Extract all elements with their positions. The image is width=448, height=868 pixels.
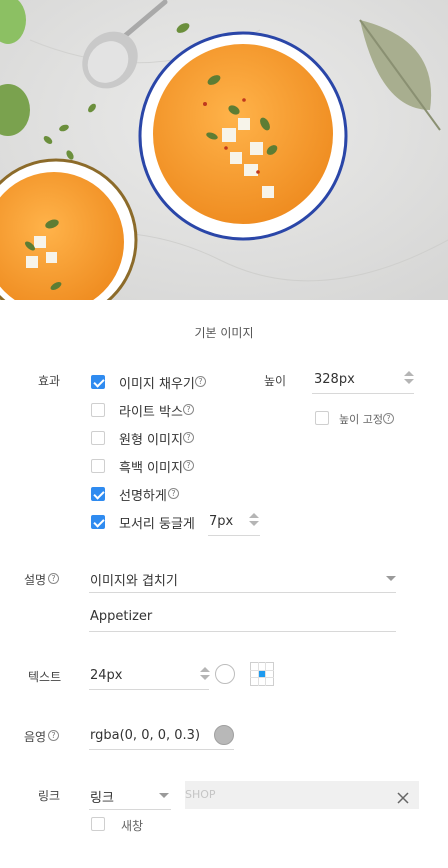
text-size-stepper[interactable] — [200, 667, 210, 681]
link-type-underline — [89, 809, 171, 810]
grayscale-label: 흑백 이미지 — [119, 461, 183, 476]
description-mode-select[interactable]: 이미지와 겹치기 — [90, 570, 178, 589]
text-size-input[interactable]: 24px — [90, 668, 123, 683]
shadow-label: 음영 — [24, 730, 47, 744]
help-icon[interactable]: ? — [168, 488, 179, 499]
rounded-corners-label: 모서리 둥글게 — [119, 517, 195, 532]
text-label: 텍스트 — [28, 670, 62, 684]
new-window-label: 새창 — [121, 819, 144, 833]
circle-image-label: 원형 이미지 — [119, 433, 183, 448]
help-icon[interactable]: ? — [383, 413, 394, 424]
height-label: 높이 — [264, 374, 287, 388]
height-stepper[interactable] — [404, 371, 414, 385]
lightbox-label: 라이트 박스 — [119, 405, 183, 420]
shadow-input[interactable]: rgba(0, 0, 0, 0.3) — [90, 728, 200, 743]
link-url-field[interactable] — [185, 781, 419, 809]
shadow-color-swatch[interactable] — [214, 725, 234, 745]
close-icon[interactable] — [397, 789, 409, 804]
circle-image-checkbox[interactable] — [91, 431, 105, 445]
help-icon[interactable]: ? — [183, 460, 194, 471]
height-input[interactable]: 328px — [314, 372, 355, 387]
help-icon[interactable]: ? — [183, 432, 194, 443]
sharpen-label: 선명하게 — [119, 489, 167, 504]
help-icon[interactable]: ? — [48, 573, 59, 584]
text-position-grid-icon[interactable] — [250, 662, 274, 686]
chevron-down-icon[interactable] — [159, 793, 169, 798]
description-text-input[interactable]: Appetizer — [90, 609, 152, 624]
image-caption: 기본 이미지 — [194, 326, 254, 340]
fill-image-checkbox[interactable] — [91, 375, 105, 389]
text-color-swatch[interactable] — [215, 664, 235, 684]
chevron-down-icon[interactable] — [386, 576, 396, 581]
rounded-corners-checkbox[interactable] — [91, 515, 105, 529]
text-size-underline — [89, 689, 209, 690]
new-window-checkbox[interactable] — [91, 817, 105, 831]
grayscale-checkbox[interactable] — [91, 459, 105, 473]
fill-image-label: 이미지 채우기 — [119, 377, 195, 392]
help-icon[interactable]: ? — [48, 730, 59, 741]
description-label: 설명 — [24, 573, 47, 587]
help-icon[interactable]: ? — [195, 376, 206, 387]
description-mode-underline — [89, 592, 396, 593]
corner-radius-underline — [208, 535, 260, 536]
corner-radius-input[interactable]: 7px — [209, 514, 233, 529]
fixed-height-checkbox[interactable] — [315, 411, 329, 425]
link-type-select[interactable]: 링크 — [90, 787, 114, 806]
food-photo — [0, 0, 448, 300]
lightbox-checkbox[interactable] — [91, 403, 105, 417]
sharpen-checkbox[interactable] — [91, 487, 105, 501]
shadow-underline — [89, 749, 234, 750]
effect-label: 효과 — [38, 374, 61, 388]
link-url-value: SHOP — [185, 788, 216, 801]
height-underline — [312, 393, 414, 394]
link-label: 링크 — [38, 789, 61, 803]
description-text-underline — [89, 631, 396, 632]
corner-radius-stepper[interactable] — [249, 513, 259, 527]
help-icon[interactable]: ? — [183, 404, 194, 415]
fixed-height-label: 높이 고정 — [339, 413, 383, 426]
